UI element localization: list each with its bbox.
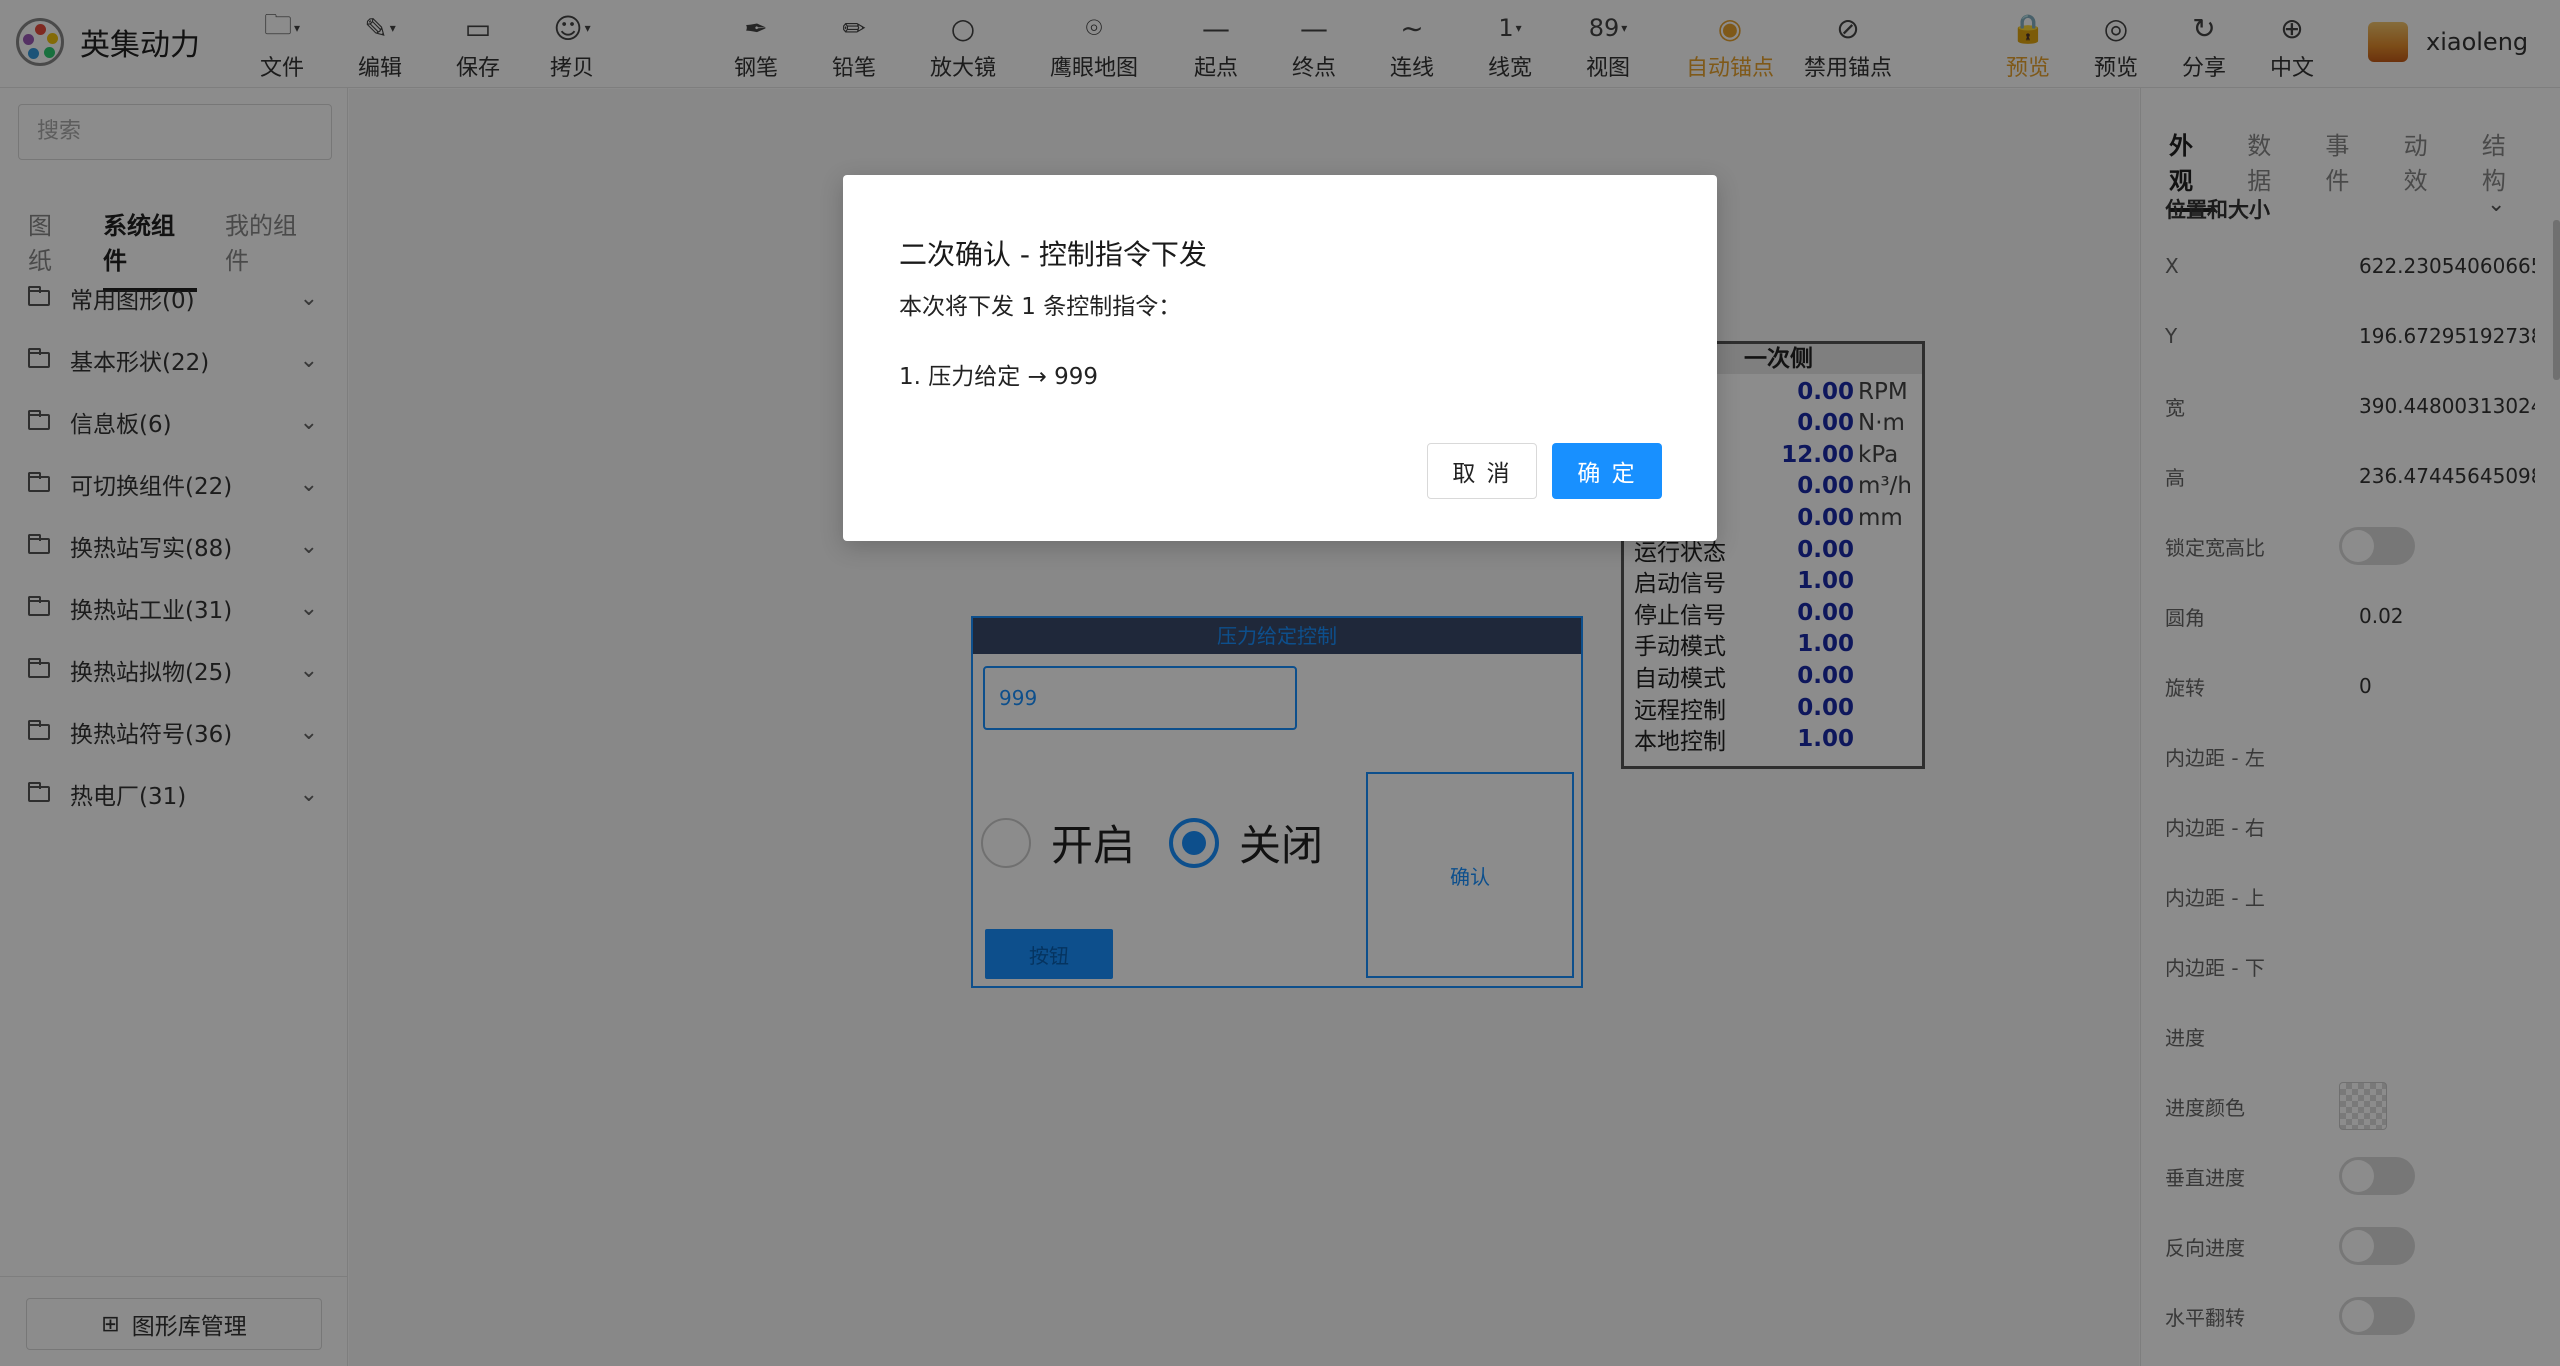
cancel-button[interactable]: 取 消	[1427, 443, 1537, 499]
confirm-dialog: 二次确认 - 控制指令下发 本次将下发 1 条控制指令： 1. 压力给定 → 9…	[843, 175, 1717, 541]
ok-button[interactable]: 确 定	[1552, 443, 1662, 499]
dialog-title: 二次确认 - 控制指令下发	[899, 238, 1207, 271]
dialog-command-item: 1. 压力给定 → 999	[899, 364, 1099, 390]
dialog-description: 本次将下发 1 条控制指令：	[899, 294, 1182, 320]
